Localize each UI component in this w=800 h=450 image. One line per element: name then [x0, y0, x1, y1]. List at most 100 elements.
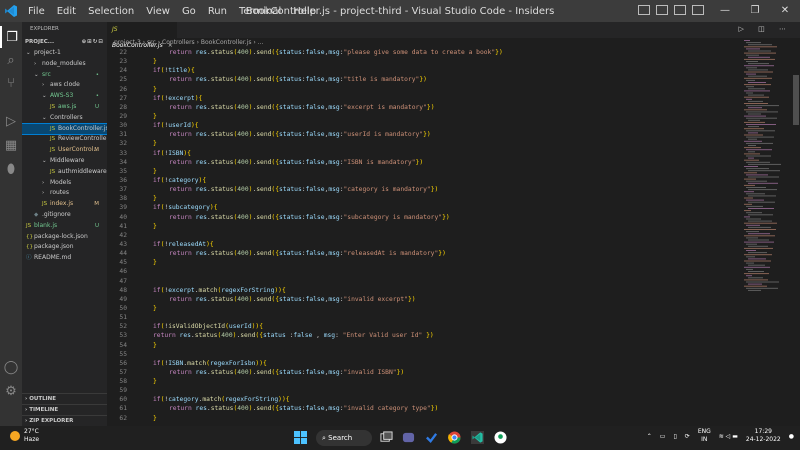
code-line[interactable]: 33 if(!ISBN){	[107, 149, 742, 158]
code-line[interactable]: 29}	[107, 112, 742, 121]
code-editor[interactable]: 22 return res.status(400).send({status:fa…	[107, 48, 742, 426]
outline-section[interactable]: › OUTLINE	[22, 393, 107, 404]
code-line[interactable]: 25 return res.status(400).send({status:fa…	[107, 75, 742, 84]
start-windows-icon[interactable]	[294, 431, 307, 444]
zip-explorer-section[interactable]: › ZIP EXPLORER	[22, 415, 107, 426]
tree-folder[interactable]: › Models	[22, 178, 107, 189]
code-line[interactable]: 37 return res.status(400).send({status:fa…	[107, 185, 742, 194]
breadcrumb-item[interactable]: Controllers	[162, 39, 195, 46]
customize-layout-icon[interactable]	[692, 5, 704, 15]
menu-help[interactable]: Help	[287, 6, 322, 17]
maximize-button[interactable]: ❐	[740, 0, 770, 22]
tree-folder[interactable]: ⌄ AWS-S3 •	[22, 91, 107, 102]
code-line[interactable]: 45}	[107, 258, 742, 267]
code-line[interactable]: 53 return res.status(400).send({status :f…	[107, 331, 742, 340]
code-line[interactable]: 44 return res.status(400).send({status:fa…	[107, 249, 742, 258]
explorer-actions-icon[interactable]: ⊕⊞↻⊟	[82, 36, 104, 48]
menu-run[interactable]: Run	[202, 6, 233, 17]
tree-file[interactable]: {}package-lock.json	[22, 232, 107, 243]
taskbar-search-button[interactable]: ⌕ Search	[316, 430, 372, 446]
toggle-panel-icon[interactable]	[656, 5, 668, 15]
toggle-secondary-sidebar-icon[interactable]	[674, 5, 686, 15]
wifi-speaker-battery-icon[interactable]: ≋ ◁ ▬	[719, 433, 738, 440]
code-line[interactable]: 26}	[107, 85, 742, 94]
menu-terminal[interactable]: Terminal	[233, 6, 287, 17]
tree-folder[interactable]: ⌄ src •	[22, 70, 107, 81]
code-line[interactable]: 43 if(!releasedAt){	[107, 240, 742, 249]
task-view-icon[interactable]	[380, 431, 393, 444]
tree-file[interactable]: JSReviewController.js	[22, 134, 107, 145]
code-line[interactable]: 34 return res.status(400).send({status:fa…	[107, 158, 742, 167]
tree-file[interactable]: JS index.js M	[22, 199, 107, 210]
tree-file[interactable]: JS blank.js U	[22, 221, 107, 232]
weather-widget[interactable]: 27°C Haze	[10, 428, 39, 444]
code-line[interactable]: 62}	[107, 414, 742, 423]
breadcrumb-item[interactable]: src	[147, 39, 156, 46]
tree-folder[interactable]: › routes	[22, 188, 107, 199]
tree-file[interactable]: ◆ .gitignore	[22, 210, 107, 221]
display-icon[interactable]: ▭	[660, 433, 666, 440]
code-line[interactable]: 30 if(!userId){	[107, 121, 742, 130]
code-line[interactable]: 28 return res.status(400).send({status:fa…	[107, 103, 742, 112]
scrollbar-thumb[interactable]	[793, 75, 799, 125]
code-line[interactable]: 47	[107, 277, 742, 286]
minimap[interactable]	[742, 38, 790, 426]
code-line[interactable]: 49 return res.status(400).send({status:fa…	[107, 295, 742, 304]
code-line[interactable]: 58}	[107, 377, 742, 386]
menu-selection[interactable]: Selection	[82, 6, 140, 17]
tree-file[interactable]: JS BookController.js	[22, 122, 107, 136]
code-line[interactable]: 55	[107, 350, 742, 359]
chrome-icon[interactable]	[448, 431, 461, 444]
mongodb-icon[interactable]: ⬮	[0, 158, 22, 180]
run-debug-icon[interactable]: ▷	[0, 110, 22, 132]
code-line[interactable]: 61 return res.status(400).send({status:fa…	[107, 404, 742, 413]
todo-icon[interactable]	[425, 431, 438, 444]
breadcrumb-item[interactable]: ...	[258, 39, 264, 46]
code-line[interactable]: 57 return res.status(400).send({status:fa…	[107, 368, 742, 377]
code-line[interactable]: 54}	[107, 341, 742, 350]
explorer-icon[interactable]: ❐	[0, 26, 22, 48]
source-control-icon[interactable]: ⑂	[0, 72, 22, 94]
code-line[interactable]: 60 if(!category.match(regexForString)){	[107, 395, 742, 404]
code-line[interactable]: 24 if(!title){	[107, 66, 742, 75]
menu-file[interactable]: File	[22, 6, 51, 17]
tree-folder[interactable]: ⌄ Controllers	[22, 113, 107, 124]
clock[interactable]: 17:29 24-12-2022	[746, 428, 781, 444]
account-icon[interactable]: ◯	[0, 356, 22, 378]
code-line[interactable]: 27 if(!excerpt){	[107, 94, 742, 103]
code-line[interactable]: 59	[107, 386, 742, 395]
language-indicator[interactable]: ENG IN	[698, 428, 711, 444]
tree-folder[interactable]: › node_modules	[22, 59, 107, 70]
notification-icon[interactable]: ●	[789, 433, 794, 440]
toggle-primary-sidebar-icon[interactable]	[638, 5, 650, 15]
code-line[interactable]: 23}	[107, 57, 742, 66]
code-line[interactable]: 56 if(!ISBN.match(regexForIsbn)){	[107, 359, 742, 368]
run-actions-icon[interactable]: ▷ ◫ ⋯	[739, 25, 792, 33]
minimize-button[interactable]: —	[710, 0, 740, 22]
code-line[interactable]: 40 return res.status(400).send({status:fa…	[107, 213, 742, 222]
code-line[interactable]: 38}	[107, 194, 742, 203]
timeline-section[interactable]: › TIMELINE	[22, 404, 107, 415]
code-line[interactable]: 32}	[107, 139, 742, 148]
menu-view[interactable]: View	[140, 6, 176, 17]
code-line[interactable]: 51	[107, 313, 742, 322]
menu-edit[interactable]: Edit	[51, 6, 82, 17]
search-icon[interactable]: ⌕	[0, 49, 22, 71]
tree-file[interactable]: {}package.json	[22, 242, 107, 253]
project-header[interactable]: PROJEC... ⊕⊞↻⊟	[22, 36, 107, 48]
tab-bookcontroller[interactable]: JS BookController.js ×	[107, 22, 177, 49]
code-line[interactable]: 50}	[107, 304, 742, 313]
code-line[interactable]: 46	[107, 267, 742, 276]
extensions-icon[interactable]: ▦	[0, 134, 22, 156]
vscode-insiders-taskbar-icon[interactable]	[471, 431, 484, 444]
code-line[interactable]: 35}	[107, 167, 742, 176]
app-pin-icon[interactable]	[494, 431, 507, 444]
code-line[interactable]: 31 return res.status(400).send({status:fa…	[107, 130, 742, 139]
tree-file[interactable]: JSauthmiddleware.js	[22, 167, 107, 178]
breadcrumb-item[interactable]: BookController.js	[201, 39, 252, 46]
tree-folder[interactable]: ⌄ Middleware	[22, 156, 107, 167]
close-button[interactable]: ✕	[770, 0, 800, 22]
sync-icon[interactable]: ⟳	[685, 433, 690, 440]
tree-file[interactable]: JS aws.js U	[22, 102, 107, 113]
code-line[interactable]: 48 if(!excerpt.match(regexForString)){	[107, 286, 742, 295]
